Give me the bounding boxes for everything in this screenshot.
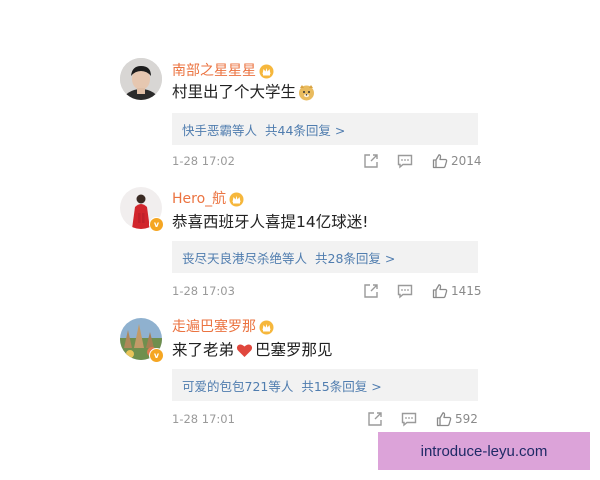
crown-badge-icon	[259, 320, 274, 334]
comment-body: 来了老弟	[172, 341, 235, 359]
comment-body-continued: 巴塞罗那见	[255, 341, 333, 359]
like-count: 592	[455, 412, 478, 426]
reply-count: 共44条回复 >	[265, 122, 346, 138]
timestamp: 1-28 17:01	[172, 412, 235, 426]
comment-icon[interactable]	[396, 282, 414, 300]
like-button[interactable]: 592	[436, 410, 478, 428]
comment-body: 村里出了个大学生	[172, 83, 297, 101]
share-icon[interactable]	[362, 152, 380, 170]
watermark-label: introduce-leyu.com	[378, 432, 590, 470]
like-button[interactable]: 2014	[432, 152, 482, 170]
timestamp: 1-28 17:02	[172, 154, 235, 168]
share-icon[interactable]	[362, 282, 380, 300]
comment-meta: 1-28 17:02 2014	[172, 152, 482, 170]
verified-badge-icon: v	[149, 217, 164, 232]
comment-text: 恭喜西班牙人喜提14亿球迷!	[172, 212, 368, 232]
username-row: 南部之星星星	[172, 62, 274, 80]
reply-users: 快手恶霸等人	[182, 122, 258, 138]
like-count: 1415	[451, 284, 482, 298]
timestamp: 1-28 17:03	[172, 284, 235, 298]
comment-meta: 1-28 17:03 1415	[172, 282, 482, 300]
username-row: 走遍巴塞罗那	[172, 318, 274, 336]
comment-icon[interactable]	[400, 410, 418, 428]
comment-icon[interactable]	[396, 152, 414, 170]
reply-summary-button[interactable]: 丧尽天良港尽杀绝等人 共28条回复 >	[172, 241, 478, 273]
thumbs-up-icon	[432, 284, 448, 299]
doge-emoji-icon	[299, 84, 315, 100]
share-icon[interactable]	[366, 410, 384, 428]
heart-emoji-icon	[236, 343, 253, 357]
thumbs-up-icon	[432, 154, 448, 169]
crown-badge-icon	[259, 64, 274, 78]
reply-count: 共28条回复 >	[315, 250, 396, 266]
comment-meta: 1-28 17:01 592	[172, 410, 482, 428]
comment-feed: 南部之星星星 村里出了个大学生 快手恶霸等人 共44条回复 > 1-28 17:…	[0, 0, 600, 480]
like-count: 2014	[451, 154, 482, 168]
username[interactable]: Hero_航	[172, 190, 226, 208]
comment-body: 恭喜西班牙人喜提14亿球迷!	[172, 213, 369, 231]
username-row: Hero_航	[172, 190, 244, 208]
reply-users: 丧尽天良港尽杀绝等人	[182, 250, 308, 266]
verified-badge-icon: v	[149, 348, 164, 363]
like-button[interactable]: 1415	[432, 282, 482, 300]
reply-summary-button[interactable]: 快手恶霸等人 共44条回复 >	[172, 113, 478, 145]
avatar[interactable]	[120, 58, 162, 100]
reply-users: 可爱的包包721等人	[182, 378, 294, 394]
username[interactable]: 走遍巴塞罗那	[172, 318, 256, 336]
username[interactable]: 南部之星星星	[172, 62, 256, 80]
crown-badge-icon	[229, 192, 244, 206]
reply-summary-button[interactable]: 可爱的包包721等人 共15条回复 >	[172, 369, 478, 401]
thumbs-up-icon	[436, 412, 452, 427]
comment-text: 村里出了个大学生	[172, 82, 317, 102]
comment-text: 来了老弟 巴塞罗那见	[172, 340, 333, 360]
watermark-text: introduce-leyu.com	[420, 442, 548, 460]
reply-count: 共15条回复 >	[301, 378, 382, 394]
